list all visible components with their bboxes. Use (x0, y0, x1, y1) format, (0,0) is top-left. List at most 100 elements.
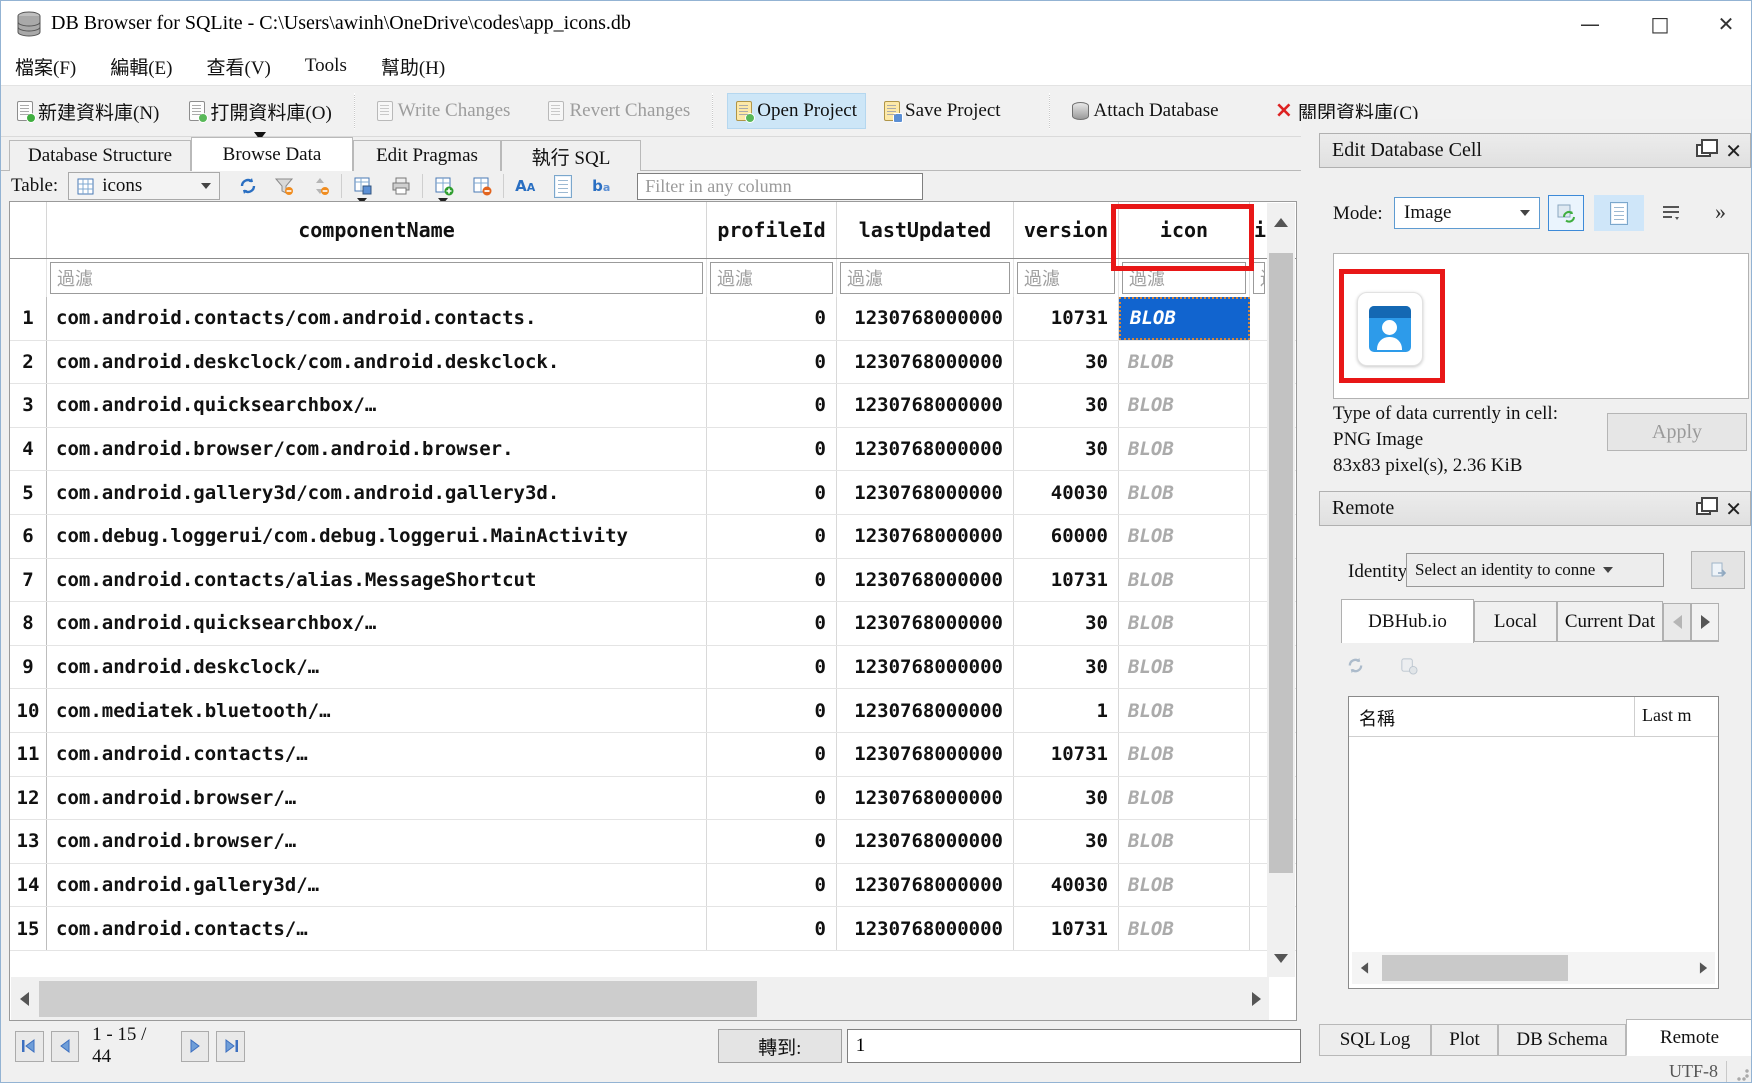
cell-profileId[interactable]: 0 (707, 864, 837, 907)
table-row[interactable]: 14 com.android.gallery3d/… 0 12307680000… (10, 864, 1296, 908)
cell-version[interactable]: 40030 (1014, 471, 1119, 514)
menu-file[interactable]: 檔案(F) (15, 53, 76, 80)
vertical-scrollbar[interactable] (1267, 203, 1295, 977)
cell-lastUpdated[interactable]: 1230768000000 (837, 864, 1014, 907)
table-row[interactable]: 9 com.android.deskclock/… 0 123076800000… (10, 646, 1296, 690)
cell-icon[interactable]: BLOB (1119, 471, 1250, 514)
filter-profileId[interactable]: 過濾 (707, 259, 837, 297)
cell-componentName[interactable]: com.android.deskclock/… (47, 646, 707, 689)
float-panel-icon[interactable] (1696, 502, 1711, 515)
cell-profileId[interactable]: 0 (707, 384, 837, 427)
table-row[interactable]: 15 com.android.contacts/… 0 123076800000… (10, 907, 1296, 951)
table-row[interactable]: 13 com.android.browser/… 0 1230768000000… (10, 820, 1296, 864)
cell-lastUpdated[interactable]: 1230768000000 (837, 559, 1014, 602)
dock-tab-remote[interactable]: Remote (1626, 1019, 1752, 1056)
cell-version[interactable]: 40030 (1014, 864, 1119, 907)
cell-componentName[interactable]: com.android.quicksearchbox/… (47, 384, 707, 427)
resize-grip[interactable] (1737, 1069, 1749, 1081)
cell-icon[interactable]: BLOB (1119, 733, 1250, 776)
global-filter-input[interactable] (637, 173, 923, 200)
cell-version[interactable]: 60000 (1014, 515, 1119, 558)
remote-tabs-scroll-right[interactable] (1691, 603, 1719, 641)
edit-format-button[interactable]: ba (589, 174, 613, 198)
cell-icon[interactable]: BLOB (1119, 341, 1250, 384)
column-header-profileId[interactable]: profileId (707, 202, 837, 258)
clear-sort-button[interactable] (308, 174, 332, 198)
cell-profileId[interactable]: 0 (707, 820, 837, 863)
cell-lastUpdated[interactable]: 1230768000000 (837, 297, 1014, 340)
dock-tab-db-schema[interactable]: DB Schema (1498, 1024, 1626, 1056)
horizontal-scrollbar-thumb[interactable] (39, 981, 757, 1017)
table-row[interactable]: 10 com.mediatek.bluetooth/… 0 1230768000… (10, 689, 1296, 733)
cell-lastUpdated[interactable]: 1230768000000 (837, 689, 1014, 732)
table-row[interactable]: 7 com.android.contacts/alias.MessageShor… (10, 559, 1296, 603)
save-table-button[interactable] (351, 174, 375, 198)
revert-changes-button[interactable]: Revert Changes (540, 94, 698, 128)
cell-componentName[interactable]: com.android.deskclock/com.android.deskcl… (47, 341, 707, 384)
menu-edit[interactable]: 編輯(E) (110, 53, 172, 80)
filter-version[interactable]: 過濾 (1014, 259, 1119, 297)
cell-lastUpdated[interactable]: 1230768000000 (837, 428, 1014, 471)
cell-profileId[interactable]: 0 (707, 559, 837, 602)
cell-componentName[interactable]: com.debug.loggerui/com.debug.loggerui.Ma… (47, 515, 707, 558)
cell-version[interactable]: 30 (1014, 646, 1119, 689)
prev-page-button[interactable] (51, 1031, 80, 1062)
insert-record-button[interactable] (432, 174, 456, 198)
cell-profileId[interactable]: 0 (707, 428, 837, 471)
cell-componentName[interactable]: com.android.contacts/alias.MessageShortc… (47, 559, 707, 602)
filter-lastUpdated[interactable]: 過濾 (837, 259, 1014, 297)
table-row[interactable]: 5 com.android.gallery3d/com.android.gall… (10, 471, 1296, 515)
cell-componentName[interactable]: com.android.browser/… (47, 777, 707, 820)
tab-browse-data[interactable]: Browse Data (191, 137, 353, 171)
tab-execute-sql[interactable]: 執行 SQL (501, 140, 641, 171)
cell-lastUpdated[interactable]: 1230768000000 (837, 733, 1014, 776)
table-row[interactable]: 8 com.android.quicksearchbox/… 0 1230768… (10, 602, 1296, 646)
tab-database-structure[interactable]: Database Structure (9, 140, 191, 171)
cell-profileId[interactable]: 0 (707, 733, 837, 776)
last-page-button[interactable] (216, 1031, 245, 1062)
cell-componentName[interactable]: com.android.contacts/… (47, 907, 707, 950)
cell-lastUpdated[interactable]: 1230768000000 (837, 646, 1014, 689)
remote-col-last-modified[interactable]: Last m (1642, 705, 1692, 726)
cell-lastUpdated[interactable]: 1230768000000 (837, 384, 1014, 427)
print-button[interactable] (389, 174, 413, 198)
cell-version[interactable]: 10731 (1014, 733, 1119, 776)
goto-input[interactable] (847, 1029, 1301, 1063)
cell-version[interactable]: 10731 (1014, 297, 1119, 340)
remote-tabs-scroll-left[interactable] (1663, 603, 1691, 641)
identity-import-button[interactable] (1691, 551, 1745, 589)
remote-tab-current-database[interactable]: Current Dat (1557, 601, 1663, 641)
cell-icon[interactable]: BLOB (1119, 515, 1250, 558)
close-panel-icon[interactable]: ✕ (1725, 143, 1742, 159)
cell-profileId[interactable]: 0 (707, 515, 837, 558)
cell-icon[interactable]: BLOB (1119, 297, 1250, 340)
cell-profileId[interactable]: 0 (707, 471, 837, 514)
cell-profileId[interactable]: 0 (707, 689, 837, 732)
cell-profileId[interactable]: 0 (707, 297, 837, 340)
import-data-button[interactable] (1548, 195, 1584, 231)
remote-tab-dbhub[interactable]: DBHub.io (1341, 599, 1474, 643)
remote-col-name[interactable]: 名稱 (1359, 705, 1395, 731)
cell-componentName[interactable]: com.android.contacts/com.android.contact… (47, 297, 707, 340)
next-page-button[interactable] (181, 1031, 210, 1062)
vertical-scrollbar-thumb[interactable] (1269, 253, 1293, 873)
cell-componentName[interactable]: com.android.browser/com.android.browser. (47, 428, 707, 471)
dock-tab-sql-log[interactable]: SQL Log (1319, 1024, 1431, 1056)
table-row[interactable]: 3 com.android.quicksearchbox/… 0 1230768… (10, 384, 1296, 428)
cell-componentName[interactable]: com.android.gallery3d/… (47, 864, 707, 907)
apply-button[interactable]: Apply (1607, 413, 1747, 451)
scroll-down-button[interactable] (1267, 939, 1295, 977)
table-row[interactable]: 2 com.android.deskclock/com.android.desk… (10, 341, 1296, 385)
delete-record-button[interactable] (470, 174, 494, 198)
save-project-button[interactable]: Save Project (876, 94, 1009, 128)
column-header-lastUpdated[interactable]: lastUpdated (837, 202, 1014, 258)
table-row[interactable]: 12 com.android.browser/… 0 1230768000000… (10, 777, 1296, 821)
table-row[interactable]: 4 com.android.browser/com.android.browse… (10, 428, 1296, 472)
cell-version[interactable]: 30 (1014, 777, 1119, 820)
close-button[interactable]: ✕ (1703, 1, 1749, 47)
menu-help[interactable]: 幫助(H) (381, 53, 445, 80)
cell-icon[interactable]: BLOB (1119, 602, 1250, 645)
table-row[interactable]: 11 com.android.contacts/… 0 123076800000… (10, 733, 1296, 777)
float-panel-icon[interactable] (1696, 144, 1711, 157)
scroll-right-button[interactable] (1243, 977, 1269, 1021)
